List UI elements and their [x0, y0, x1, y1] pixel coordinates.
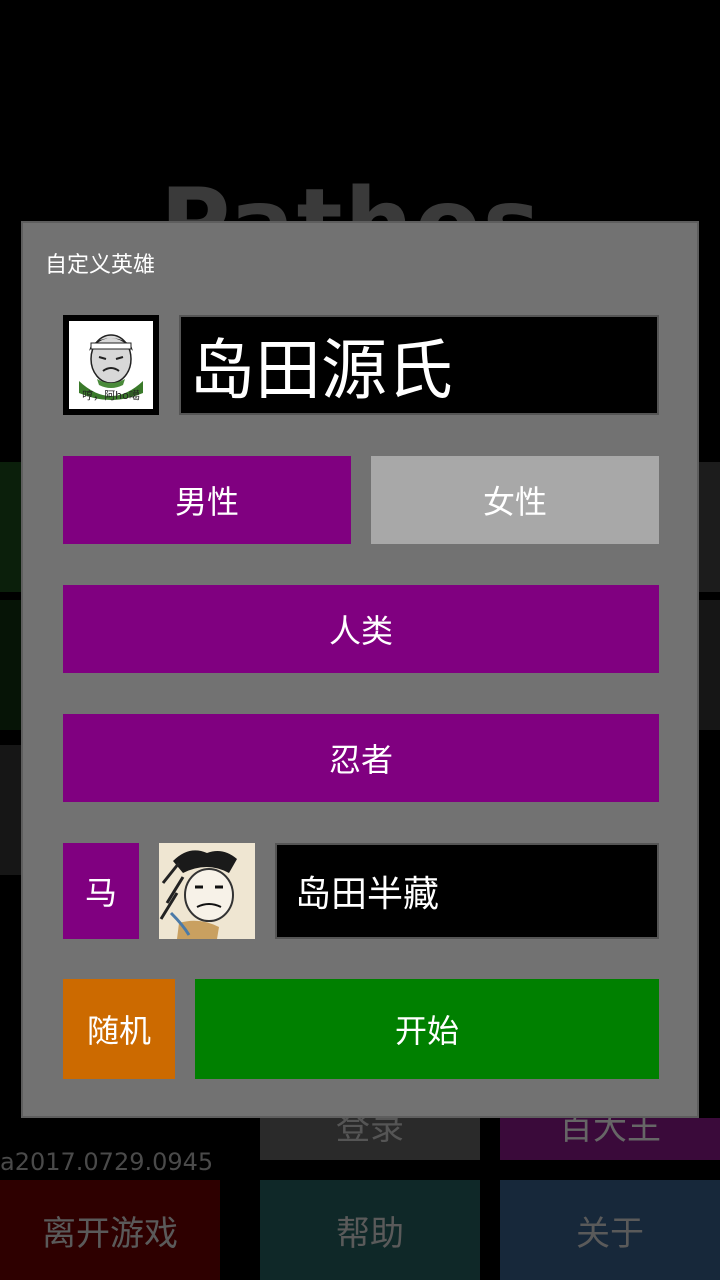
- background-left-tile-3: [0, 745, 22, 875]
- race-button[interactable]: 人类: [63, 585, 659, 673]
- background-other-label: 百大王: [559, 1118, 661, 1148]
- background-other-button[interactable]: 百大王: [500, 1118, 720, 1160]
- female-label: 女性: [482, 483, 547, 521]
- avatar-caption: 哼，阿ho噶: [82, 389, 140, 402]
- help-label: 帮助: [336, 1213, 404, 1254]
- custom-hero-dialog: 自定义英雄 哼，阿ho噶 岛田源氏 男性 女性 人类 忍者 马 岛田半藏 随机 …: [21, 221, 699, 1118]
- about-label: 关于: [576, 1213, 644, 1254]
- male-label: 男性: [174, 483, 239, 521]
- class-label: 忍者: [328, 741, 393, 779]
- male-button[interactable]: 男性: [63, 456, 351, 544]
- background-right-tile: [698, 462, 720, 592]
- background-login-label: 登录: [336, 1118, 404, 1148]
- random-label: 随机: [86, 1012, 151, 1050]
- version-text: a2017.0729.0945: [0, 1148, 214, 1176]
- exit-game-label: 离开游戏: [42, 1213, 178, 1254]
- hero-name-field[interactable]: 岛田源氏: [179, 315, 659, 415]
- background-login-button[interactable]: 登录: [260, 1118, 480, 1160]
- background-left-tile: [0, 462, 22, 592]
- help-button[interactable]: 帮助: [260, 1180, 480, 1280]
- hero-avatar-button[interactable]: 哼，阿ho噶: [63, 315, 159, 415]
- about-button[interactable]: 关于: [500, 1180, 720, 1280]
- sketch-face-icon: [159, 843, 255, 939]
- background-left-tile-2: [0, 600, 22, 730]
- start-label: 开始: [394, 1012, 459, 1050]
- dialog-title: 自定义英雄: [45, 253, 156, 278]
- start-button[interactable]: 开始: [195, 979, 659, 1079]
- female-button[interactable]: 女性: [371, 456, 659, 544]
- mount-avatar-button[interactable]: [159, 843, 255, 939]
- race-label: 人类: [328, 612, 393, 650]
- mount-name-field[interactable]: 岛田半藏: [275, 843, 659, 939]
- random-button[interactable]: 随机: [63, 979, 175, 1079]
- mount-type-label: 马: [84, 874, 117, 912]
- mount-type-button[interactable]: 马: [63, 843, 139, 939]
- hero-avatar-image: 哼，阿ho噶: [69, 321, 153, 409]
- class-button[interactable]: 忍者: [63, 714, 659, 802]
- exit-game-button[interactable]: 离开游戏: [0, 1180, 220, 1280]
- background-right-tile-2: [698, 600, 720, 730]
